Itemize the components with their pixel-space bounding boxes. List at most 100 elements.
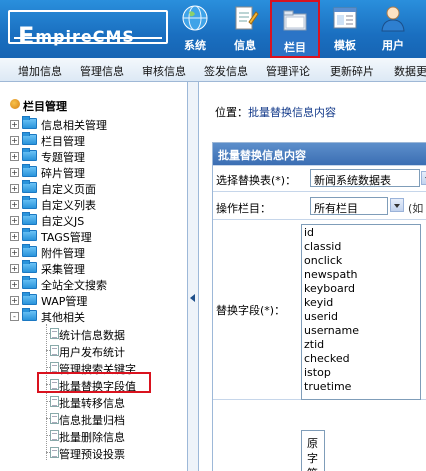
subitem-label: 用户发布统计 (59, 346, 125, 359)
expand-toggle-icon[interactable]: + (10, 264, 19, 273)
original-label-char: 原 (307, 437, 318, 450)
field-option[interactable]: newspath (304, 268, 357, 281)
menu-sign-info[interactable]: 签发信息 (204, 63, 248, 79)
field-listbox[interactable]: id classid onclick newspath keyboard key… (301, 224, 421, 400)
open-folder-icon (22, 308, 37, 321)
field-option[interactable]: classid (304, 240, 341, 253)
folder-icon (22, 292, 37, 305)
tree-item-label: 信息相关管理 (41, 119, 107, 132)
tree-item-fulltext-search[interactable]: + 全站全文搜索 (0, 276, 188, 292)
column-label: 操作栏目： (216, 202, 271, 215)
tree-item-other[interactable]: - 其他相关 (0, 308, 188, 324)
tree-item-collect[interactable]: + 采集管理 (0, 260, 188, 276)
folder-icon (22, 148, 37, 161)
logo-letter-e: E (18, 22, 36, 50)
subitem-label: 统计信息数据 (59, 329, 125, 342)
subitem-preset-vote[interactable]: 管理预设投票 (0, 444, 188, 461)
tree-item-label: 其他相关 (41, 311, 85, 324)
nav-info[interactable]: 信息 (222, 0, 268, 58)
panel-splitter[interactable] (188, 82, 199, 471)
field-option[interactable]: username (304, 324, 359, 337)
expand-toggle-icon[interactable]: + (10, 184, 19, 193)
subitem-label: 批量转移信息 (59, 397, 125, 410)
subitem-batch-move[interactable]: 批量转移信息 (0, 393, 188, 410)
subitem-batch-delete[interactable]: 批量删除信息 (0, 427, 188, 444)
subitem-batch-archive[interactable]: 信息批量归档 (0, 410, 188, 427)
table-select[interactable]: 新闻系统数据表 (310, 169, 420, 187)
tree-item-custom-page[interactable]: + 自定义页面 (0, 180, 188, 196)
expand-toggle-icon[interactable]: + (10, 280, 19, 289)
panel-title: 批量替换信息内容 (213, 143, 426, 165)
tree-item-fragment[interactable]: + 碎片管理 (0, 164, 188, 180)
field-option[interactable]: onclick (304, 254, 342, 267)
menu-data-update[interactable]: 数据更 (394, 63, 426, 79)
nav-column[interactable]: 栏目 (270, 0, 320, 58)
field-option[interactable]: userid (304, 310, 338, 323)
tree-item-attachment[interactable]: + 附件管理 (0, 244, 188, 260)
location-link[interactable]: 批量替换信息内容 (248, 106, 336, 119)
collapse-arrow-icon[interactable] (190, 294, 195, 302)
folder-icon (22, 180, 37, 193)
expand-toggle-icon[interactable]: + (10, 296, 19, 305)
tree-item-label: 采集管理 (41, 263, 85, 276)
document-icon (50, 413, 59, 424)
folder-icon (22, 244, 37, 257)
column-select[interactable]: 所有栏目 (310, 197, 388, 215)
nav-column-label: 栏目 (284, 41, 306, 54)
breadcrumb: 位置：批量替换信息内容 (215, 104, 336, 120)
chevron-down-icon[interactable] (421, 171, 426, 185)
tree-item-custom-list[interactable]: + 自定义列表 (0, 196, 188, 212)
selected-item-highlight (37, 372, 151, 393)
chevron-down-icon[interactable] (390, 198, 404, 212)
tree-item-label: WAP管理 (41, 295, 88, 308)
tree-item-tags[interactable]: + TAGS管理 (0, 228, 188, 244)
expand-toggle-icon[interactable]: + (10, 136, 19, 145)
field-option[interactable]: id (304, 226, 314, 239)
top-header: EmpireCMS 系统 信息 栏目 (0, 0, 426, 58)
menu-update-fragments[interactable]: 更新碎片 (330, 63, 374, 79)
folder-icon (22, 116, 37, 129)
expand-toggle-icon[interactable]: + (10, 200, 19, 209)
globe-icon (182, 5, 208, 31)
subitem-user-publish-stat[interactable]: 用户发布统计 (0, 342, 188, 359)
tree-item-label: 自定义列表 (41, 199, 96, 212)
nav-system[interactable]: 系统 (172, 0, 218, 58)
field-option[interactable]: checked (304, 352, 350, 365)
tree-item-label: 专题管理 (41, 151, 85, 164)
expand-toggle-icon[interactable]: + (10, 152, 19, 161)
column-hint: (如 (408, 202, 424, 215)
document-icon (50, 396, 59, 407)
original-text-area[interactable]: 原 字 符 (301, 430, 325, 471)
collapse-toggle-icon[interactable]: - (10, 312, 19, 321)
expand-toggle-icon[interactable]: + (10, 120, 19, 129)
tree-item-column[interactable]: + 栏目管理 (0, 132, 188, 148)
tree-item-topic[interactable]: + 专题管理 (0, 148, 188, 164)
expand-toggle-icon[interactable]: + (10, 232, 19, 241)
sub-menu-bar: 增加信息 管理信息 审核信息 签发信息 管理评论 更新碎片 数据更 (0, 58, 426, 82)
field-option[interactable]: keyid (304, 296, 333, 309)
menu-audit-info[interactable]: 审核信息 (142, 63, 186, 79)
field-option[interactable]: keyboard (304, 282, 355, 295)
menu-add-info[interactable]: 增加信息 (18, 63, 62, 79)
user-icon (381, 6, 405, 32)
subitem-label: 管理预设投票 (59, 448, 125, 461)
expand-toggle-icon[interactable]: + (10, 248, 19, 257)
expand-toggle-icon[interactable]: + (10, 216, 19, 225)
nav-system-label: 系统 (184, 39, 206, 52)
tree-item-info-related[interactable]: + 信息相关管理 (0, 116, 188, 132)
tree-item-label: 栏目管理 (41, 135, 85, 148)
tree-item-label: 自定义页面 (41, 183, 96, 196)
subitem-label: 信息批量归档 (59, 414, 125, 427)
nav-user[interactable]: 用户 (370, 0, 416, 58)
menu-manage-info[interactable]: 管理信息 (80, 63, 124, 79)
document-icon (50, 447, 59, 458)
subitem-stat-info[interactable]: 统计信息数据 (0, 325, 188, 342)
field-option[interactable]: truetime (304, 380, 351, 393)
field-option[interactable]: istop (304, 366, 331, 379)
tree-item-custom-js[interactable]: + 自定义JS (0, 212, 188, 228)
expand-toggle-icon[interactable]: + (10, 168, 19, 177)
field-option[interactable]: ztid (304, 338, 324, 351)
nav-template[interactable]: 模板 (322, 0, 368, 58)
menu-manage-comments[interactable]: 管理评论 (266, 63, 310, 79)
tree-item-wap[interactable]: + WAP管理 (0, 292, 188, 308)
